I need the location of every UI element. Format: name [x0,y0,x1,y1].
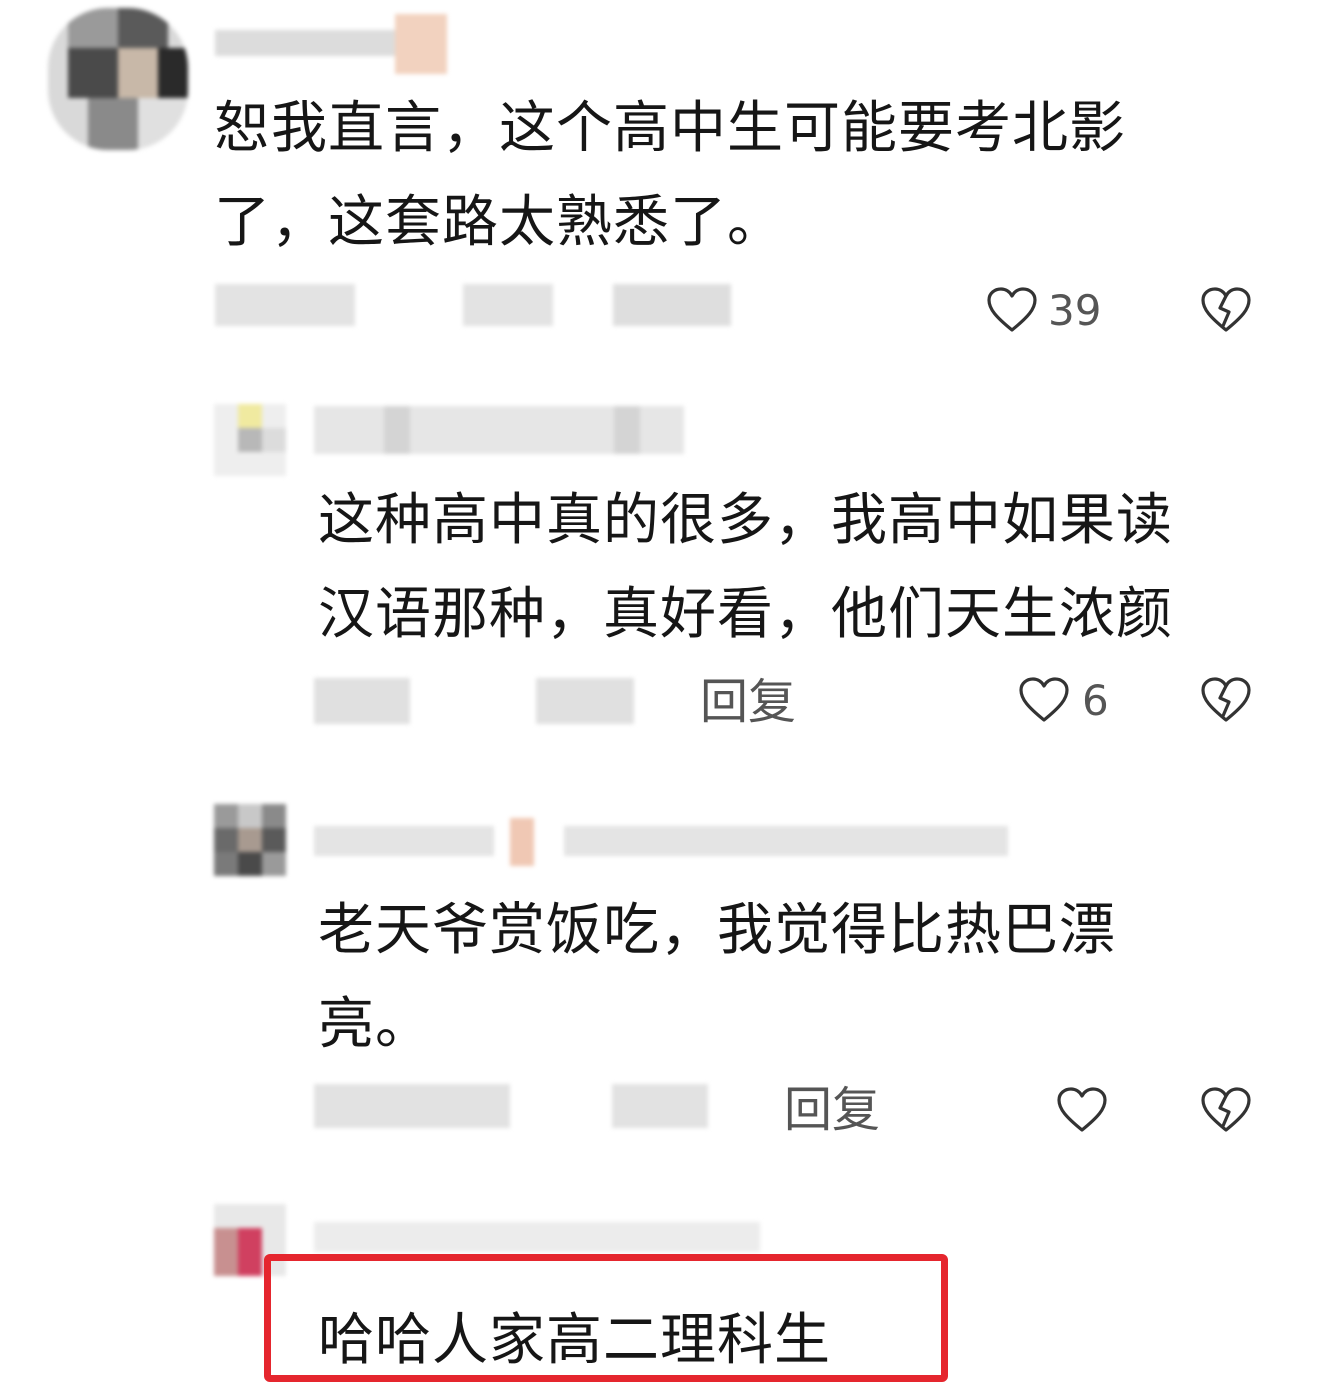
comment-text: 这种高中真的很多，我高中如果读 汉语那种，真好看，他们天生浓颜 [318,474,1173,662]
dislike-broken-heart-icon[interactable] [1200,1086,1252,1134]
comment-text: 恕我直言，这个高中生可能要考北影 了，这套路太熟悉了。 [214,82,1126,270]
comment-line: 了，这套路太熟悉了。 [214,190,784,255]
like-count: 39 [1048,286,1102,335]
reply-button[interactable]: 回复 [700,672,796,732]
avatar[interactable] [48,8,188,150]
comment-text: 老天爷赏饭吃，我觉得比热巴漂 亮。 [318,884,1116,1072]
like-heart-icon[interactable] [1056,1086,1108,1134]
avatar[interactable] [214,404,286,476]
comment-line: 老天爷赏饭吃，我觉得比热巴漂 [318,898,1116,963]
dislike-broken-heart-icon[interactable] [1200,676,1252,724]
like-count: 6 [1082,676,1109,725]
comment-text: 哈哈人家高二理科生 [318,1294,831,1388]
dislike-broken-heart-icon[interactable] [1200,286,1252,334]
comment-line: 哈哈人家高二理科生 [318,1308,831,1373]
comment-line: 这种高中真的很多，我高中如果读 [318,488,1173,553]
comment-line: 汉语那种，真好看，他们天生浓颜 [318,582,1173,647]
comment-line: 亮。 [318,992,432,1057]
reply-button[interactable]: 回复 [784,1080,880,1140]
comment-line: 恕我直言，这个高中生可能要考北影 [214,96,1126,161]
like-heart-icon[interactable] [1018,676,1070,724]
avatar[interactable] [214,804,286,876]
like-heart-icon[interactable] [986,286,1038,334]
